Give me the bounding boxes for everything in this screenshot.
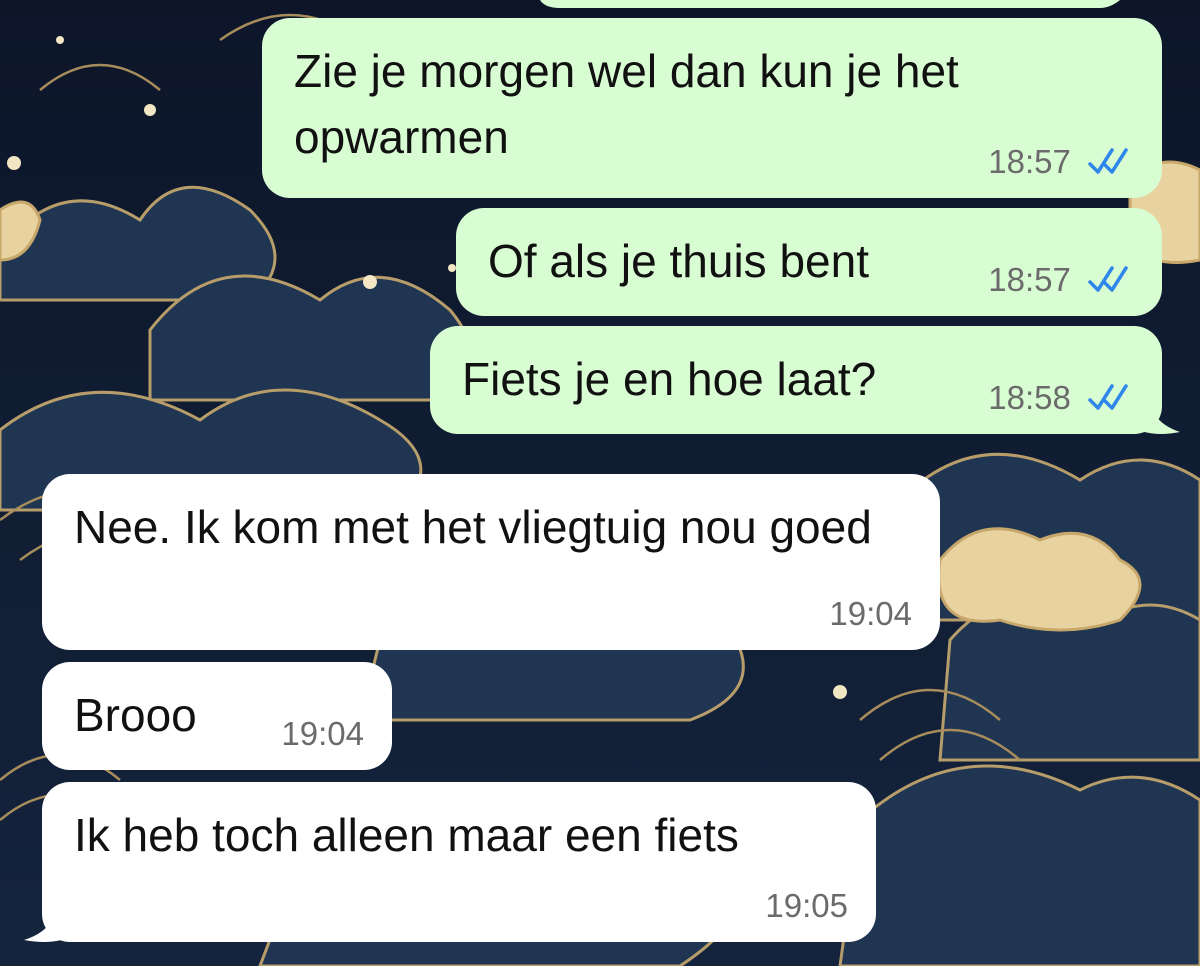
double-check-icon bbox=[1088, 384, 1128, 411]
message-meta: 18:57 bbox=[988, 260, 1134, 300]
message-time: 18:57 bbox=[988, 143, 1071, 180]
message-meta: 19:04 bbox=[829, 594, 912, 634]
message-bubble-incoming[interactable]: Nee. Ik kom met het vliegtuig nou goed 1… bbox=[42, 474, 940, 650]
message-text: Ik heb toch alleen maar een fiets bbox=[74, 809, 739, 861]
bubble-tail-incoming bbox=[24, 902, 76, 942]
message-meta: 19:05 bbox=[765, 886, 848, 926]
message-time: 18:58 bbox=[988, 379, 1071, 416]
message-meta: 19:04 bbox=[281, 714, 364, 754]
message-meta: 18:57 bbox=[988, 142, 1134, 182]
message-bubble-outgoing[interactable]: Of als je thuis bent 18:57 bbox=[456, 208, 1162, 316]
double-check-icon bbox=[1088, 266, 1128, 293]
message-time: 19:04 bbox=[281, 715, 364, 752]
message-bubble-incoming[interactable]: Ik heb toch alleen maar een fiets 19:05 bbox=[42, 782, 876, 942]
message-time: 19:04 bbox=[829, 595, 912, 632]
message-bubble-incoming[interactable]: Brooo 19:04 bbox=[42, 662, 392, 770]
message-meta: 18:58 bbox=[988, 378, 1134, 418]
message-text: Nee. Ik kom met het vliegtuig nou goed bbox=[74, 501, 872, 553]
message-time: 18:57 bbox=[988, 261, 1071, 298]
message-bubble-outgoing[interactable]: Zie je morgen wel dan kun je het opwarme… bbox=[262, 18, 1162, 198]
message-bubble-outgoing[interactable]: Fiets je en hoe laat? 18:58 bbox=[430, 326, 1162, 434]
bubble-tail-outgoing bbox=[1130, 396, 1180, 434]
message-time: 19:05 bbox=[765, 887, 848, 924]
double-check-icon bbox=[1088, 148, 1128, 175]
